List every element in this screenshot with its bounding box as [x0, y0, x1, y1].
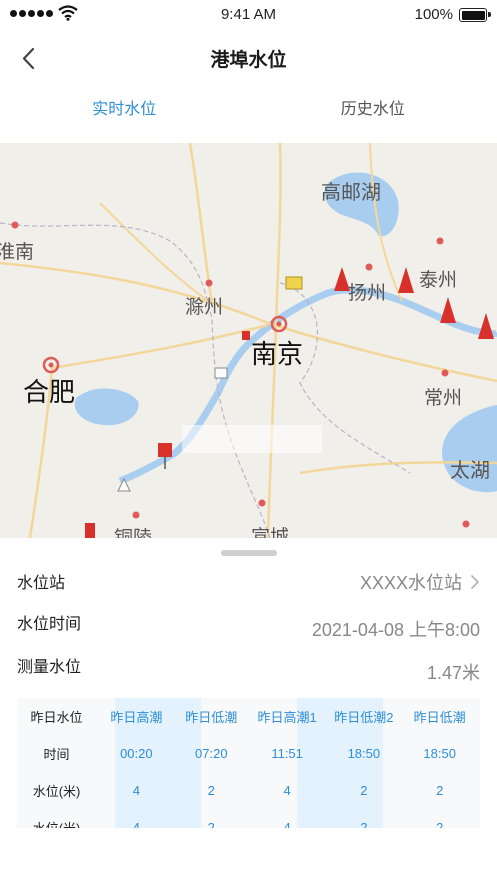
- table-header-cell: 昨日低潮: [413, 710, 466, 725]
- tab-bar: 实时水位 历史水位: [0, 88, 497, 132]
- table-row-head: 水位(米): [17, 809, 96, 828]
- time-label: 水位时间: [17, 616, 82, 633]
- table-header-cell: 昨日低潮2: [334, 710, 394, 725]
- map-label-taizhou: 泰州: [419, 269, 458, 291]
- table-cell: 2: [360, 783, 368, 798]
- table-cell: 4: [283, 820, 291, 828]
- status-bar: 9:41 AM 100%: [0, 0, 497, 30]
- table-cell: 4: [132, 783, 140, 798]
- tide-table[interactable]: 昨日水位 昨日高潮 昨日低潮 昨日高潮1 昨日低潮2 昨日低潮 时间 00:20…: [17, 698, 480, 828]
- map-label-gaoyou: 高邮湖: [321, 180, 381, 204]
- tide-table-grid: 昨日水位 昨日高潮 昨日低潮 昨日高潮1 昨日低潮2 昨日低潮 时间 00:20…: [17, 698, 480, 828]
- table-cell: 2: [207, 820, 215, 828]
- level-label: 测量水位: [17, 659, 82, 676]
- table-cell: 2: [436, 783, 444, 798]
- table-cell: 2: [436, 820, 444, 828]
- level-value: 1.47米: [426, 663, 480, 683]
- table-cell: 11:51: [271, 746, 303, 761]
- table-cell: 07:20: [195, 746, 228, 761]
- station-info-sheet: 水位站 XXXX水位站 水位时间 2021-04-08 上午8:00 测量水位 …: [0, 538, 497, 883]
- time-value: 2021-04-08 上午8:00: [311, 620, 480, 640]
- tab-history-water-level[interactable]: 历史水位: [249, 88, 497, 132]
- table-header-cell: 昨日高潮1: [257, 710, 317, 725]
- table-row: 水位(米) 4 2 4 2 2: [17, 772, 480, 809]
- table-cell: 18:50: [423, 746, 456, 761]
- chevron-right-icon: [471, 575, 479, 589]
- battery-icon: [459, 8, 491, 22]
- page-title: 港埠水位: [210, 50, 287, 71]
- table-row-head: 时间: [43, 747, 70, 762]
- table-cell: 4: [283, 783, 291, 798]
- map-label-yangzhou: 扬州: [348, 282, 387, 304]
- table-cell: 2: [207, 783, 215, 798]
- map-label-tongling: 铜陵: [114, 527, 153, 538]
- tab-realtime-water-level[interactable]: 实时水位: [0, 88, 249, 132]
- table-row: 时间 00:20 07:20 11:51 18:50 18:50: [17, 735, 480, 772]
- table-header-cell: 昨日水位: [30, 710, 83, 725]
- table-cell: 00:20: [120, 746, 153, 761]
- nav-bar: 港埠水位: [0, 30, 497, 86]
- station-value: XXXX水位站: [359, 573, 462, 593]
- table-cell: 18:50: [347, 746, 381, 761]
- map-label-huainan: 淮南: [0, 241, 35, 263]
- station-row[interactable]: 水位站 XXXX水位站: [0, 569, 497, 609]
- level-row: 测量水位: [0, 653, 497, 693]
- map-view[interactable]: 高邮湖 淮南 滁州 扬州 泰州 南京 合肥 常州 太湖 铜陵 宣城: [0, 143, 497, 538]
- table-cell: 2: [360, 820, 368, 828]
- map-label-chuzhou: 滁州: [185, 296, 224, 318]
- map-label-xuancheng: 宣城: [251, 526, 290, 538]
- sheet-drag-handle[interactable]: [221, 550, 277, 556]
- station-label: 水位站: [17, 575, 66, 592]
- map-label-hefei: 合肥: [23, 378, 76, 408]
- map-label-changzhou: 常州: [424, 387, 463, 409]
- table-row: 水位(米) 4 2 4 2 2: [17, 809, 480, 828]
- map-label-nanjing: 南京: [251, 340, 304, 370]
- map-label-taihu: 太湖: [450, 458, 490, 482]
- table-header-row: 昨日水位 昨日高潮 昨日低潮 昨日高潮1 昨日低潮2 昨日低潮: [17, 698, 480, 735]
- map-canvas[interactable]: [0, 143, 497, 538]
- table-row-head: 水位(米): [32, 784, 81, 799]
- table-cell: 4: [132, 820, 140, 828]
- table-header-cell: 昨日低潮: [185, 710, 238, 725]
- battery-percentage: 100%: [414, 6, 453, 23]
- table-header-cell: 昨日高潮: [110, 710, 163, 725]
- station-selector[interactable]: XXXX水位站: [360, 569, 480, 595]
